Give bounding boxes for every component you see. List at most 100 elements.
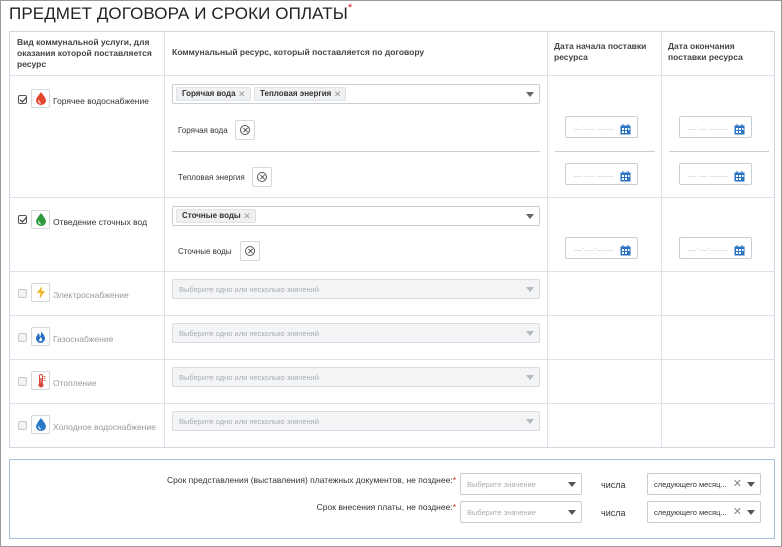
resource-label: Тепловая энергия [178, 173, 245, 182]
gas-resource-select[interactable]: Выберите одно или несколько значений [172, 323, 540, 343]
electricity-resource-select[interactable]: Выберите одно или несколько значений [172, 279, 540, 299]
calendar-icon[interactable] [620, 122, 631, 140]
drainage-checkbox[interactable] [18, 215, 27, 224]
tag-remove-icon[interactable]: ✕ [334, 88, 342, 100]
required-mark: * [347, 2, 353, 14]
cold-water-label: Холодное водоснабжение [53, 422, 156, 432]
date-mask: __.__.____ [688, 170, 729, 177]
electricity-checkbox[interactable] [18, 289, 27, 298]
gas-checkbox[interactable] [18, 333, 27, 342]
header-resource: Коммунальный ресурс, который поставляетс… [172, 47, 425, 57]
date-mask: __.__.____ [574, 123, 615, 130]
end-date-input[interactable]: __.__.____ [679, 116, 752, 138]
hot-water-drop-icon [31, 89, 50, 108]
calendar-icon[interactable] [734, 122, 745, 140]
chevron-down-icon[interactable] [526, 287, 534, 292]
chevron-down-icon[interactable] [526, 375, 534, 380]
date-mask: __.__.____ [574, 170, 615, 177]
hot-water-checkbox[interactable] [18, 95, 27, 104]
chevron-down-icon[interactable] [747, 510, 755, 515]
pay-day-select[interactable]: Выберите значение [460, 501, 582, 523]
remove-resource-button[interactable] [235, 120, 255, 140]
heating-label: Отопление [53, 378, 97, 388]
required-mark: * [452, 502, 456, 512]
thermometer-icon [31, 371, 50, 390]
end-date-input[interactable]: __.__.____ [679, 237, 752, 259]
select-placeholder: Выберите одно или несколько значений [179, 417, 319, 426]
clear-circle-icon [257, 172, 267, 182]
resource-separator [669, 151, 769, 152]
header-service: Вид коммунальной услуги, для оказания ко… [17, 37, 152, 69]
row-divider [10, 359, 774, 360]
chevron-down-icon[interactable] [526, 214, 534, 219]
cold-water-drop-icon [31, 415, 50, 434]
tag-wastewater: Сточные воды ✕ [176, 209, 256, 223]
docs-month-select[interactable]: следующего месяц... ✕ [647, 473, 761, 495]
calendar-icon[interactable] [620, 169, 631, 187]
hot-water-resource-select[interactable]: Горячая вода ✕ Тепловая энергия ✕ [172, 84, 540, 104]
calendar-icon[interactable] [620, 243, 631, 261]
tag-remove-icon[interactable]: ✕ [238, 88, 246, 100]
pay-deadline-label: Срок внесения платы, не позднее:* [317, 502, 456, 512]
col-divider [547, 32, 548, 447]
pay-deadline-text: Срок внесения платы, не позднее: [316, 502, 453, 512]
heating-resource-select[interactable]: Выберите одно или несколько значений [172, 367, 540, 387]
payment-terms-panel: Срок представления (выставления) платежн… [9, 459, 775, 539]
cold-water-resource-select[interactable]: Выберите одно или несколько значений [172, 411, 540, 431]
chevron-down-icon[interactable] [526, 92, 534, 97]
header-start-date: Дата начала поставки ресурса [554, 41, 647, 62]
calendar-icon[interactable] [734, 243, 745, 261]
tag-remove-icon[interactable]: ✕ [243, 210, 251, 222]
tag-label: Сточные воды [182, 211, 241, 220]
start-date-input[interactable]: __.__.____ [565, 163, 638, 185]
remove-resource-button[interactable] [240, 241, 260, 261]
section-title: ПРЕДМЕТ ДОГОВОРА И СРОКИ ОПЛАТЫ* [9, 2, 353, 24]
docs-deadline-text: Срок представления (выставления) платежн… [167, 475, 453, 485]
header-end-date: Дата окончания поставки ресурса [668, 41, 743, 62]
remove-resource-button[interactable] [252, 167, 272, 187]
days-word: числа [601, 508, 626, 518]
chevron-down-icon[interactable] [568, 510, 576, 515]
tag-label: Тепловая энергия [260, 89, 332, 98]
start-date-input[interactable]: __.__.____ [565, 237, 638, 259]
cold-water-checkbox[interactable] [18, 421, 27, 430]
calendar-icon[interactable] [734, 169, 745, 187]
gas-label: Газоснабжение [53, 334, 114, 344]
chevron-down-icon[interactable] [526, 331, 534, 336]
tag-label: Горячая вода [182, 89, 236, 98]
start-date-input[interactable]: __.__.____ [565, 116, 638, 138]
row-divider [10, 75, 774, 76]
tag-thermal-energy: Тепловая энергия ✕ [254, 87, 347, 101]
end-date-input[interactable]: __.__.____ [679, 163, 752, 185]
resource-separator [172, 151, 540, 152]
days-word: числа [601, 480, 626, 490]
chevron-down-icon[interactable] [526, 419, 534, 424]
required-mark: * [452, 475, 456, 485]
chevron-down-icon[interactable] [568, 482, 576, 487]
select-placeholder: Выберите одно или несколько значений [179, 373, 319, 382]
date-mask: __.__.____ [688, 244, 729, 251]
select-value: следующего месяц... [654, 480, 727, 489]
heating-checkbox[interactable] [18, 377, 27, 386]
docs-day-select[interactable]: Выберите значение [460, 473, 582, 495]
select-value: следующего месяц... [654, 508, 727, 517]
select-placeholder: Выберите значение [467, 508, 536, 517]
clear-icon[interactable]: ✕ [733, 505, 742, 518]
clear-circle-icon [245, 246, 255, 256]
date-mask: __.__.____ [688, 123, 729, 130]
row-divider [10, 403, 774, 404]
docs-deadline-label: Срок представления (выставления) платежн… [167, 475, 456, 485]
clear-icon[interactable]: ✕ [733, 477, 742, 490]
row-divider [10, 197, 774, 198]
drainage-label: Отведение сточных вод [53, 217, 148, 227]
pay-month-select[interactable]: следующего месяц... ✕ [647, 501, 761, 523]
resource-separator [555, 151, 655, 152]
chevron-down-icon[interactable] [747, 482, 755, 487]
electricity-label: Электроснабжение [53, 290, 129, 300]
resource-label: Горячая вода [178, 126, 228, 135]
col-divider [164, 32, 165, 447]
drainage-resource-select[interactable]: Сточные воды ✕ [172, 206, 540, 226]
date-mask: __.__.____ [574, 244, 615, 251]
col-divider [661, 32, 662, 447]
gas-flame-icon [31, 327, 50, 346]
